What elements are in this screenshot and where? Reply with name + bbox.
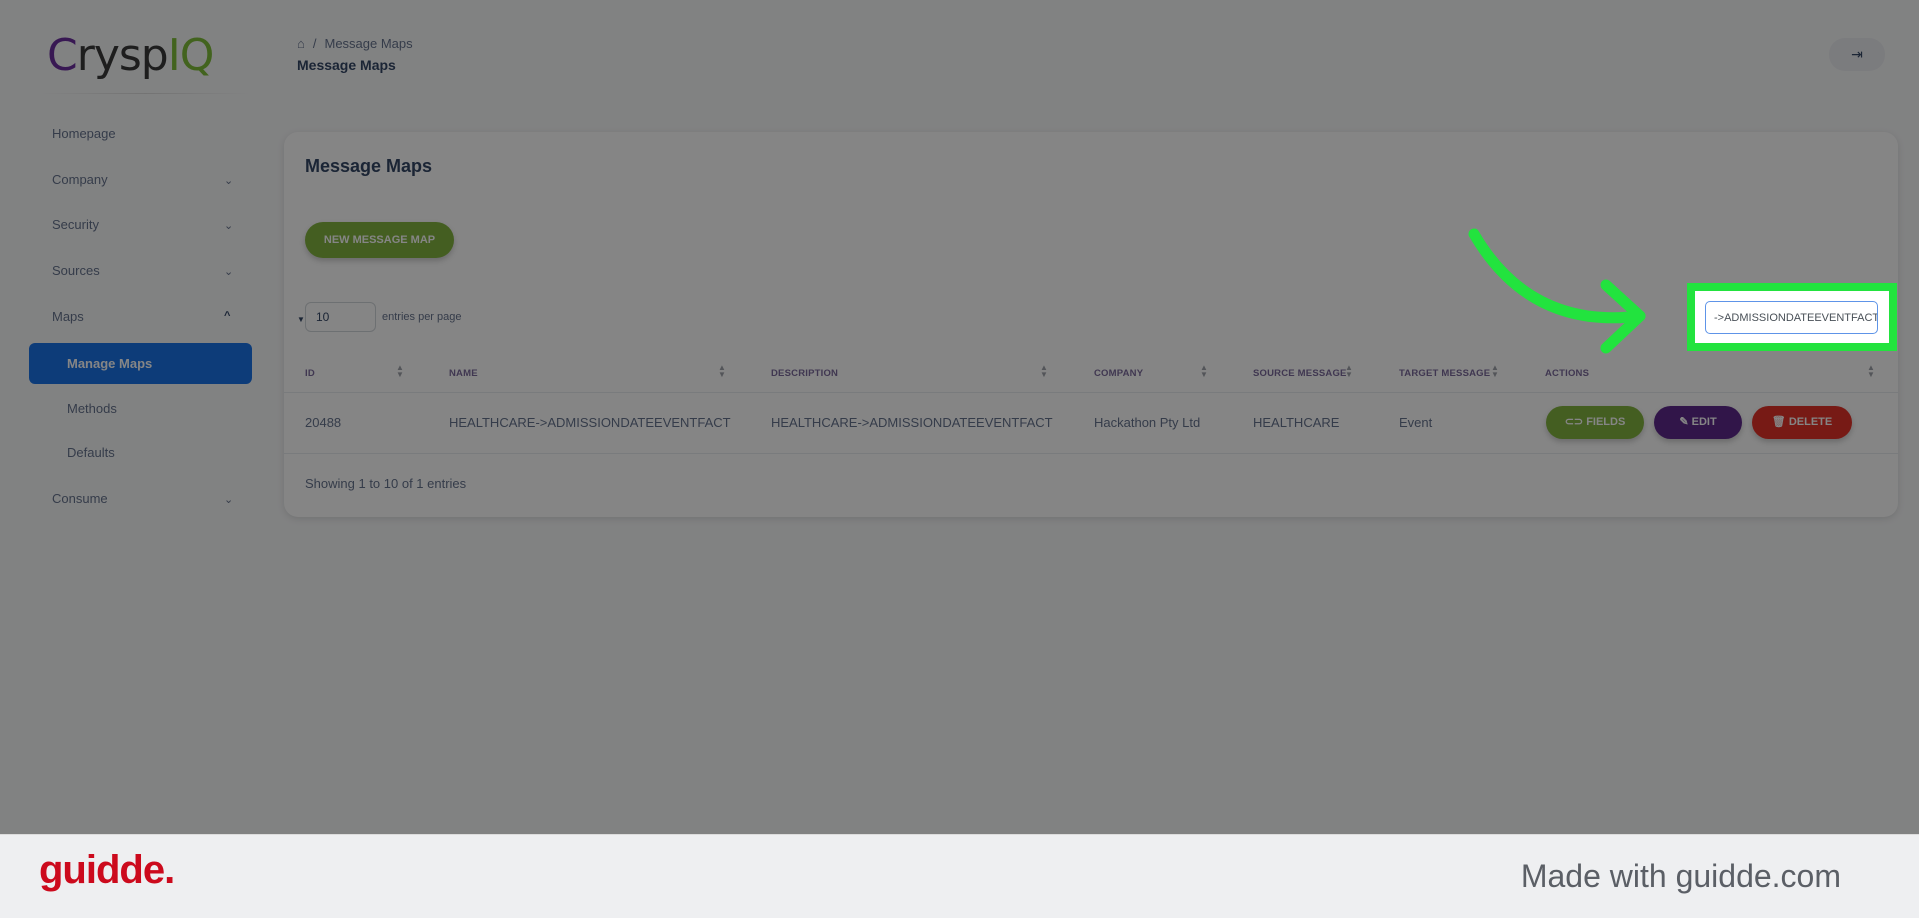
pointer-arrow-icon (1468, 228, 1646, 354)
made-with-text: Made with guidde.com (1520, 858, 1841, 894)
search-input[interactable]: ->ADMISSIONDATEEVENTFACT (1705, 301, 1878, 334)
guidde-logo: guidde. (39, 848, 175, 892)
